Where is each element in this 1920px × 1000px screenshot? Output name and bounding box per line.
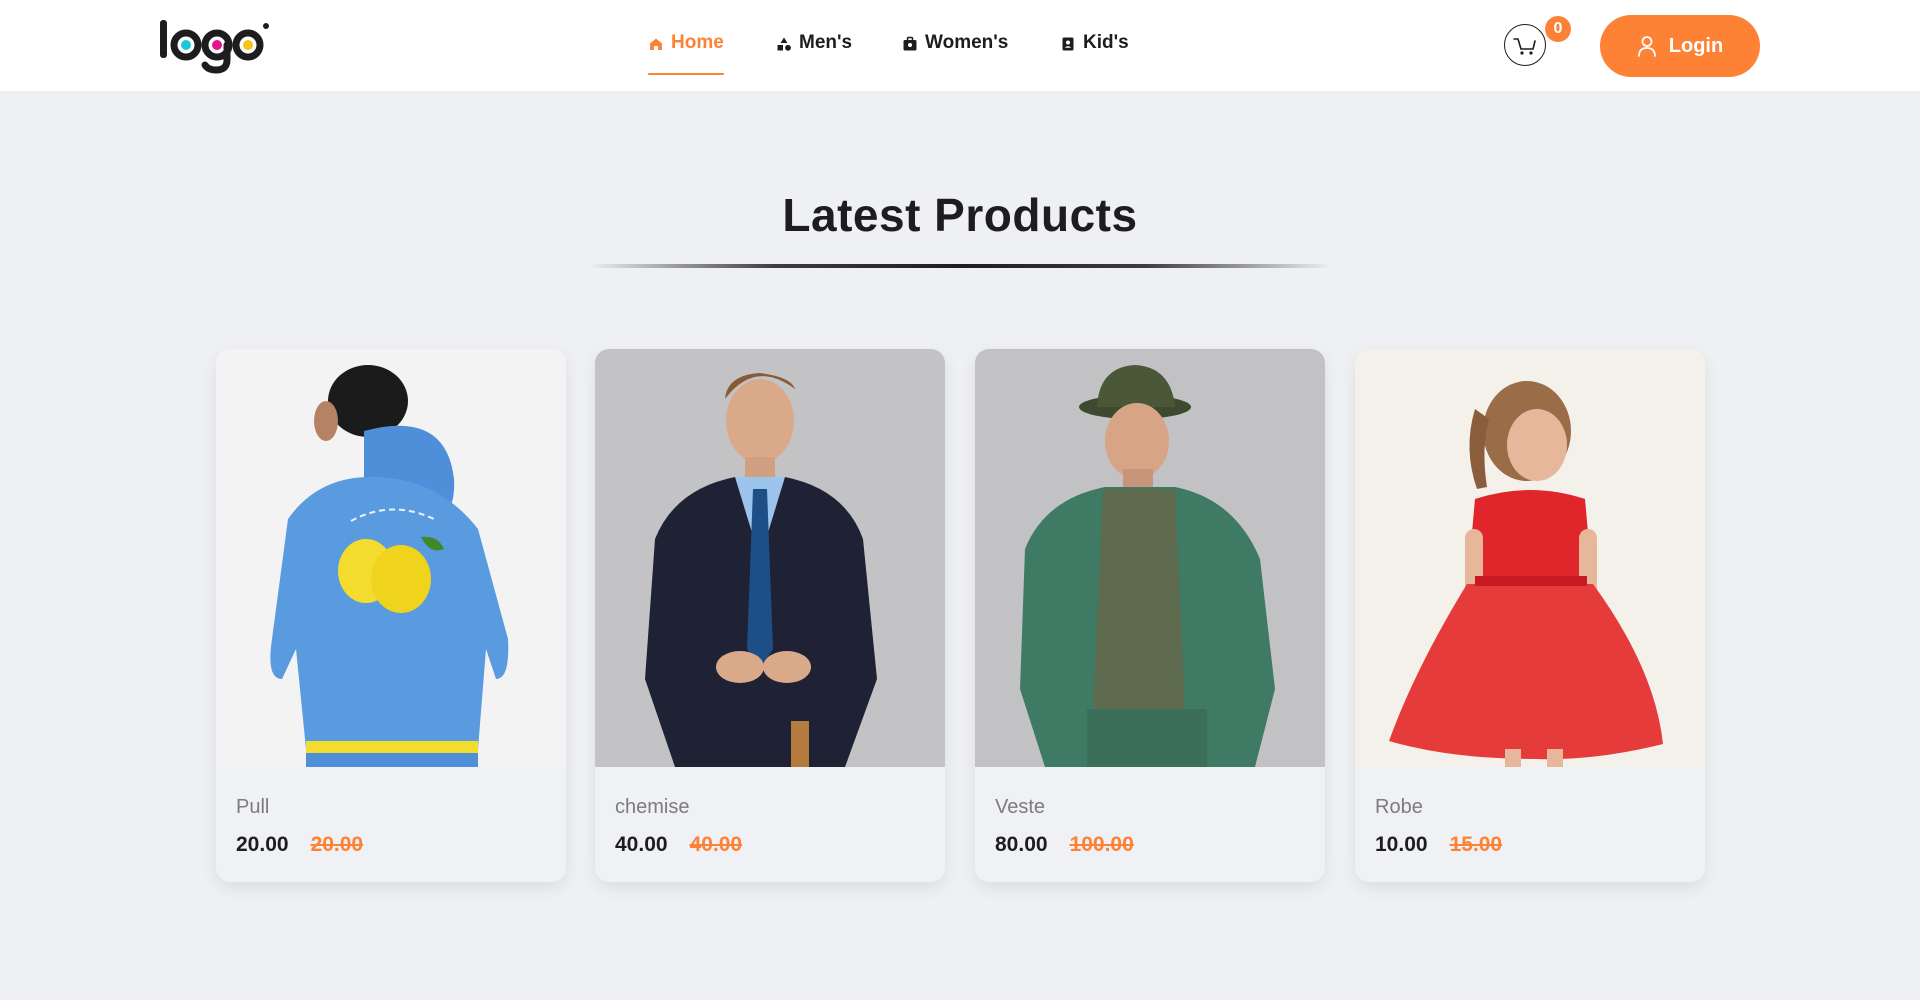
product-card[interactable]: Veste 80.00 100.00 [975, 349, 1325, 882]
nav-item-womens[interactable]: Women's [902, 32, 1008, 76]
product-name: Veste [995, 796, 1046, 818]
product-name: chemise [615, 796, 690, 818]
nav-label: Kid's [1083, 32, 1129, 53]
nav-item-home[interactable]: Home [648, 32, 724, 76]
user-icon [1637, 36, 1656, 57]
product-card[interactable]: chemise 40.00 40.00 [595, 349, 945, 882]
section-title: Latest Products [782, 189, 1138, 241]
girl-dress-image [1355, 349, 1705, 767]
man-jacket-image [975, 349, 1325, 767]
product-card[interactable]: Robe 10.00 15.00 [1355, 349, 1705, 882]
product-price: 80.00 [995, 833, 1048, 856]
product-prices: 80.00 100.00 [995, 833, 1134, 857]
login-label: Login [1668, 34, 1724, 57]
contact-card-icon [1062, 37, 1074, 51]
product-price: 20.00 [236, 833, 289, 856]
product-prices: 40.00 40.00 [615, 833, 742, 857]
cart-count-badge: 0 [1545, 16, 1571, 42]
product-card[interactable]: Pull 20.00 20.00 [216, 349, 566, 882]
nav-label: Men's [799, 32, 853, 53]
product-old-price: 20.00 [310, 833, 364, 856]
site-header: logo Home Men's Women's [0, 0, 1920, 91]
cart-button[interactable] [1504, 24, 1546, 66]
bag-icon [903, 36, 917, 51]
product-image [595, 349, 945, 767]
product-image [1355, 349, 1705, 767]
cart-icon [1513, 38, 1536, 55]
title-divider [588, 264, 1332, 268]
home-icon [650, 38, 662, 50]
product-old-price: 15.00 [1449, 833, 1503, 856]
login-button[interactable]: Login [1600, 15, 1760, 77]
product-name: Robe [1375, 796, 1423, 818]
nav-label: Women's [925, 32, 1009, 53]
nav-item-mens[interactable]: Men's [776, 32, 852, 76]
product-price: 10.00 [1375, 833, 1428, 856]
product-old-price: 100.00 [1069, 833, 1134, 856]
boy-hoodie-image [216, 349, 566, 767]
nav-label: Home [671, 32, 724, 53]
product-prices: 20.00 20.00 [236, 833, 363, 857]
product-old-price: 40.00 [689, 833, 743, 856]
man-suit-image [595, 349, 945, 767]
product-image [216, 349, 566, 767]
nav-item-kids[interactable]: Kid's [1060, 32, 1129, 76]
product-image [975, 349, 1325, 767]
product-prices: 10.00 15.00 [1375, 833, 1502, 857]
shapes-icon [777, 37, 791, 51]
product-name: Pull [236, 796, 270, 818]
product-price: 40.00 [615, 833, 668, 856]
